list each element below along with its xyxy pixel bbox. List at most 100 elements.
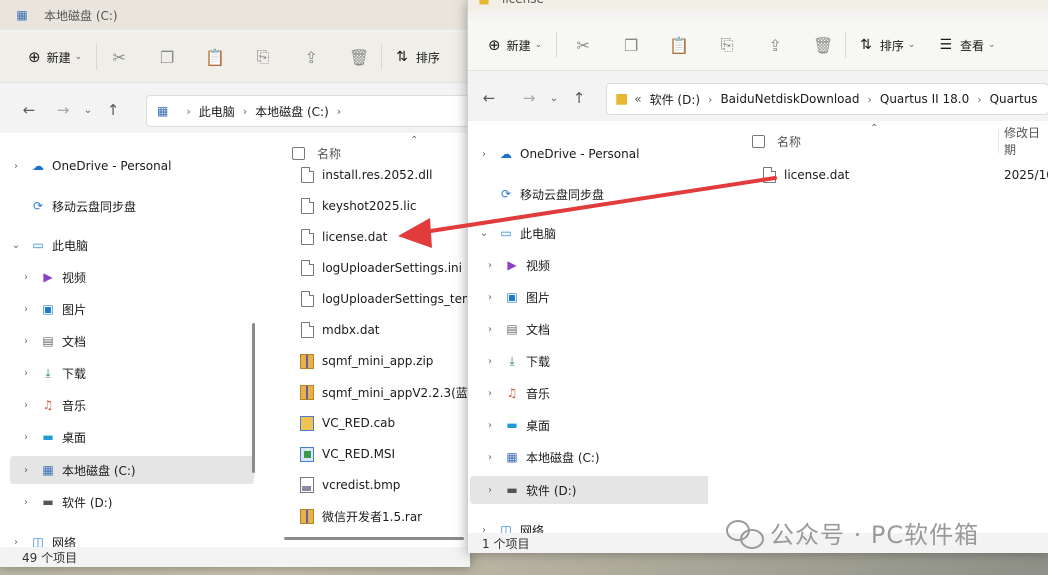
chevron-right-icon[interactable]: › [18,465,34,476]
chevron-right-icon[interactable]: › [18,272,34,283]
nav-item-network[interactable]: › ◫ 网络 [476,517,544,533]
nav-item-drive-d[interactable]: › ▬ 软件 (D:) [18,489,112,515]
recent-chevron-icon[interactable]: ⌄ [544,93,564,104]
chevron-right-icon[interactable]: › [482,420,498,431]
chevron-right-icon[interactable]: › [482,485,498,496]
chevron-right-icon[interactable]: › [482,292,498,303]
horizontal-scrollbar[interactable] [284,537,464,540]
rename-icon[interactable]: ⎘ [247,41,279,73]
column-header-name[interactable]: 名称 [292,141,341,165]
nav-item-onedrive[interactable]: › ☁ OneDrive - Personal [8,153,171,179]
recent-chevron-icon[interactable]: ⌄ [78,105,98,116]
nav-item-sync-drive[interactable]: ⟳ 移动云盘同步盘 [492,181,604,207]
chevron-right-icon[interactable]: › [476,149,492,160]
cut-icon[interactable]: ✂ [103,41,135,73]
rename-icon[interactable]: ⎘ [711,29,743,61]
file-row[interactable]: logUploaderSettings.ini [300,256,462,280]
breadcrumb-overflow[interactable]: « [634,92,641,106]
address-bar[interactable]: ▦ › 此电脑 › 本地磁盘 (C:) › [146,95,470,127]
chevron-down-icon[interactable]: ⌄ [476,228,492,239]
scroll-thumb[interactable] [252,323,255,473]
breadcrumb-item[interactable]: Quartus II 18.0 [880,92,969,106]
forward-arrow-icon[interactable]: → [48,101,78,119]
column-header-name[interactable]: 名称 [752,129,801,153]
nav-scrollbar[interactable] [252,133,256,547]
new-button[interactable]: ⊕ 新建 ⌄ [480,29,550,61]
breadcrumb-item[interactable]: BaiduNetdiskDownload [720,92,859,106]
nav-item-this-pc[interactable]: ⌄ ▭ 此电脑 [476,220,556,246]
delete-icon[interactable]: 🗑 [343,41,375,73]
copy-icon[interactable]: ❐ [615,29,647,61]
chevron-right-icon[interactable]: › [18,497,34,508]
back-arrow-icon[interactable]: ← [14,101,44,119]
column-header-modified[interactable]: 修改日期 [1004,126,1048,157]
address-bar[interactable]: ■ « 软件 (D:) › BaiduNetdiskDownload › Qua… [606,83,1048,115]
file-row[interactable]: VC_RED.MSI [300,442,395,466]
chevron-right-icon[interactable]: › [18,304,34,315]
up-arrow-icon[interactable]: ↑ [98,101,128,119]
copy-icon[interactable]: ❐ [151,41,183,73]
breadcrumb-item[interactable]: 此电脑 [199,103,235,120]
chevron-right-icon[interactable]: › [482,324,498,335]
nav-item-drive-c[interactable]: › ▦ 本地磁盘 (C:) [10,456,254,484]
sort-button[interactable]: ⇅ 排序 ⌄ [852,29,923,61]
file-row[interactable]: sqmf_mini_app.zip [300,349,433,373]
nav-item-downloads[interactable]: › ⤓ 下载 [18,360,86,386]
breadcrumb-item[interactable]: Quartus [990,92,1038,106]
nav-item-pictures[interactable]: › ▣ 图片 [482,284,550,310]
delete-icon[interactable]: 🗑 [807,29,839,61]
title-bar[interactable]: ■ license [468,0,1048,12]
nav-item-pictures[interactable]: › ▣ 图片 [18,296,86,322]
chevron-right-icon[interactable]: › [482,388,498,399]
nav-item-desktop[interactable]: › ▬ 桌面 [482,412,550,438]
new-button[interactable]: ⊕ 新建 ⌄ [20,41,90,73]
chevron-right-icon[interactable]: › [18,368,34,379]
breadcrumb-item[interactable]: 软件 (D:) [650,91,700,108]
view-button[interactable]: ☰ 查看 ⌄ [931,29,1003,61]
file-row[interactable]: logUploaderSettings_tem [300,287,470,311]
chevron-right-icon[interactable]: › [482,356,498,367]
file-row[interactable]: install.res.2052.dll [300,163,433,187]
paste-icon[interactable]: 📋 [663,29,695,61]
chevron-right-icon[interactable]: › [482,452,498,463]
nav-item-drive-c[interactable]: › ▦ 本地磁盘 (C:) [482,444,600,470]
nav-item-videos[interactable]: › ▶ 视频 [18,264,86,290]
chevron-right-icon[interactable]: › [18,432,34,443]
chevron-right-icon[interactable]: › [18,400,34,411]
file-row[interactable]: mdbx.dat [300,318,380,342]
select-all-checkbox[interactable] [292,146,305,160]
forward-arrow-icon[interactable]: → [514,89,544,107]
nav-item-desktop[interactable]: › ▬ 桌面 [18,424,86,450]
up-arrow-icon[interactable]: ↑ [564,89,594,107]
nav-item-onedrive[interactable]: › ☁ OneDrive - Personal [476,141,639,167]
chevron-right-icon[interactable]: › [8,537,24,548]
file-row[interactable]: sqmf_mini_appV2.2.3(蓝色 [300,380,470,404]
nav-item-music[interactable]: › ♫ 音乐 [18,392,86,418]
select-all-checkbox[interactable] [752,134,765,148]
file-row[interactable]: license.dat [300,225,387,249]
nav-item-network[interactable]: › ◫ 网络 [8,529,76,547]
chevron-right-icon[interactable]: › [476,525,492,534]
nav-item-videos[interactable]: › ▶ 视频 [482,252,550,278]
nav-item-this-pc[interactable]: ⌄ ▭ 此电脑 [8,232,88,258]
chevron-right-icon[interactable]: › [8,161,24,172]
title-bar[interactable]: ▦ 本地磁盘 (C:) [0,0,470,30]
cut-icon[interactable]: ✂ [567,29,599,61]
nav-item-sync-drive[interactable]: ⟳ 移动云盘同步盘 [24,193,136,219]
nav-item-documents[interactable]: › ▤ 文档 [18,328,86,354]
chevron-down-icon[interactable]: ⌄ [8,240,24,251]
back-arrow-icon[interactable]: ← [474,89,504,107]
chevron-right-icon[interactable]: › [482,260,498,271]
breadcrumb-item[interactable]: 本地磁盘 (C:) [255,103,329,120]
share-icon[interactable]: ⇪ [295,41,327,73]
nav-item-documents[interactable]: › ▤ 文档 [482,316,550,342]
nav-item-drive-d[interactable]: › ▬ 软件 (D:) [470,476,708,504]
file-row[interactable]: VC_RED.cab [300,411,395,435]
file-row[interactable]: 微信开发者1.5.rar [300,504,422,528]
sort-button[interactable]: ⇅ 排序 [388,41,448,73]
chevron-right-icon[interactable]: › [18,336,34,347]
nav-item-music[interactable]: › ♫ 音乐 [482,380,550,406]
file-row[interactable]: keyshot2025.lic [300,194,417,218]
nav-item-downloads[interactable]: › ⤓ 下载 [482,348,550,374]
share-icon[interactable]: ⇪ [759,29,791,61]
